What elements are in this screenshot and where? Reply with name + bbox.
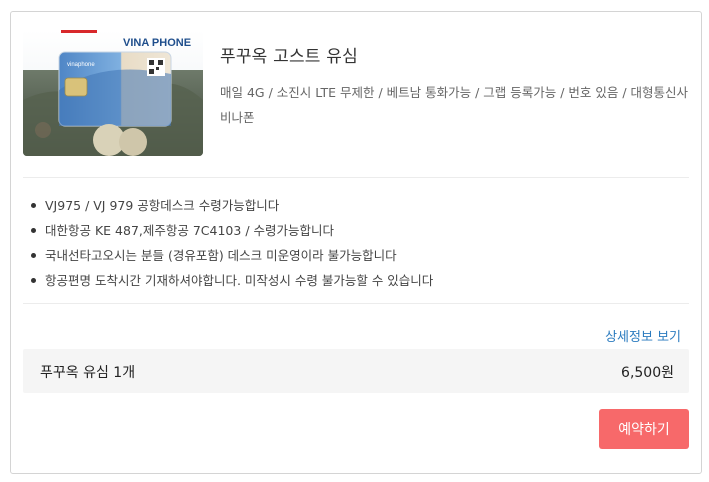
detail-info-link[interactable]: 상세정보 보기 <box>605 326 681 345</box>
price-row: 푸꾸옥 유심 1개 6,500원 <box>23 349 689 393</box>
product-card: VINA PHONE vinaphone 푸꾸옥 고스트 유심 매일 4G / … <box>10 11 702 474</box>
bullet-icon <box>31 278 36 283</box>
vinaphone-logo-text: VINA PHONE <box>123 37 191 49</box>
note-text: 항공편명 도착시간 기재하셔야합니다. 미작성시 수령 불가능할 수 있습니다 <box>45 273 434 288</box>
product-header: VINA PHONE vinaphone 푸꾸옥 고스트 유심 매일 4G / … <box>23 30 689 176</box>
divider <box>23 177 689 178</box>
list-item: VJ975 / VJ 979 공항데스크 수령가능합니다 <box>27 193 681 218</box>
bullet-icon <box>31 228 36 233</box>
product-image: VINA PHONE vinaphone <box>23 30 203 156</box>
bullet-icon <box>31 203 36 208</box>
note-text: 대한항공 KE 487,제주항공 7C4103 / 수령가능합니다 <box>45 223 334 238</box>
product-title: 푸꾸옥 고스트 유심 <box>220 47 358 67</box>
note-text: VJ975 / VJ 979 공항데스크 수령가능합니다 <box>45 198 280 213</box>
note-text: 국내선타고오시는 분들 (경유포함) 데스크 미운영이라 불가능합니다 <box>45 248 397 263</box>
divider <box>23 303 689 304</box>
list-item: 항공편명 도착시간 기재하셔야합니다. 미작성시 수령 불가능할 수 있습니다 <box>27 268 681 293</box>
bullet-icon <box>31 253 36 258</box>
reserve-button[interactable]: 예약하기 <box>599 409 689 449</box>
list-item: 국내선타고오시는 분들 (경유포함) 데스크 미운영이라 불가능합니다 <box>27 243 681 268</box>
product-description: 매일 4G / 소진시 LTE 무제한 / 베트남 통화가능 / 그랩 등록가능… <box>220 85 689 125</box>
list-item: 대한항공 KE 487,제주항공 7C4103 / 수령가능합니다 <box>27 218 681 243</box>
sim-card-brand: vinaphone <box>67 62 95 68</box>
option-name: 푸꾸옥 유심 1개 <box>40 365 136 381</box>
notes-list: VJ975 / VJ 979 공항데스크 수령가능합니다 대한항공 KE 487… <box>27 193 681 293</box>
option-price: 6,500원 <box>621 365 674 381</box>
